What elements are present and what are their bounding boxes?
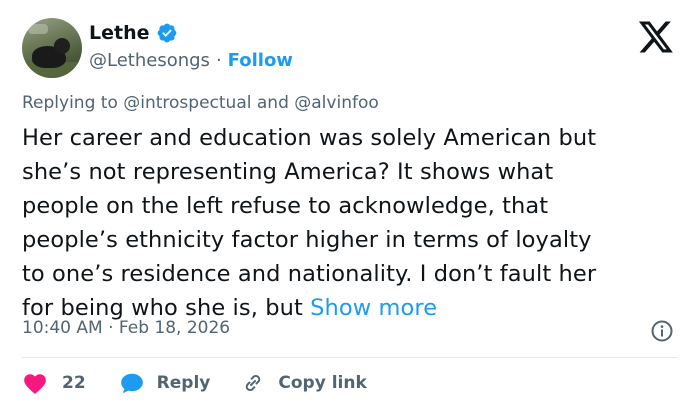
verified-badge-icon	[157, 23, 176, 43]
like-count: 22	[62, 373, 86, 393]
tweet-text: Her career and education was solely Amer…	[22, 121, 687, 325]
link-icon	[246, 374, 261, 392]
action-bar: 22 Reply Copy link	[22, 370, 367, 396]
reply-label: Reply	[156, 373, 211, 393]
author-name[interactable]: Lethe	[89, 22, 150, 44]
mention-link[interactable]: @alvinfoo	[294, 93, 379, 113]
copy-link-button[interactable]: Copy link	[240, 371, 367, 395]
timestamp-date: Feb 18, 2026	[118, 318, 231, 338]
reply-button[interactable]: Reply	[119, 371, 211, 395]
avatar-detail	[28, 24, 48, 34]
show-more-link[interactable]: Show more	[310, 295, 437, 321]
replying-conjunction: and	[256, 93, 289, 113]
divider	[22, 357, 678, 358]
timestamp-time: 10:40 AM	[22, 318, 103, 338]
mention-link[interactable]: @introspectual	[123, 93, 251, 113]
follow-button[interactable]: Follow	[228, 50, 293, 71]
info-icon[interactable]	[650, 319, 674, 343]
tweet-line: Her career and education was solely Amer…	[22, 125, 597, 151]
author-handle[interactable]: @Lethesongs	[89, 50, 210, 71]
copy-link-label: Copy link	[278, 373, 367, 393]
timestamp[interactable]: 10:40 AM · Feb 18, 2026	[22, 318, 230, 338]
avatar-detail	[54, 38, 70, 54]
author-name-row: Lethe	[89, 20, 178, 46]
tweet-line: people on the left refuse to acknowledge…	[22, 193, 549, 219]
replying-prefix: Replying to	[22, 93, 118, 113]
x-logo-icon[interactable]	[636, 20, 676, 54]
heart-icon	[24, 374, 46, 395]
like-button[interactable]: 22	[22, 371, 86, 395]
separator-dot: ·	[215, 49, 222, 71]
avatar[interactable]	[22, 18, 82, 78]
tweet-line: to one’s residence and nationality. I do…	[22, 261, 597, 287]
tweet-line: she’s not representing America? It shows…	[22, 159, 554, 185]
author-handle-row: @Lethesongs · Follow	[89, 48, 293, 72]
tweet-line: people’s ethnicity factor higher in term…	[22, 227, 592, 253]
replying-to: Replying to @introspectual and @alvinfoo	[22, 93, 379, 113]
separator-dot: ·	[108, 318, 114, 338]
reply-bubble-icon	[120, 373, 143, 394]
